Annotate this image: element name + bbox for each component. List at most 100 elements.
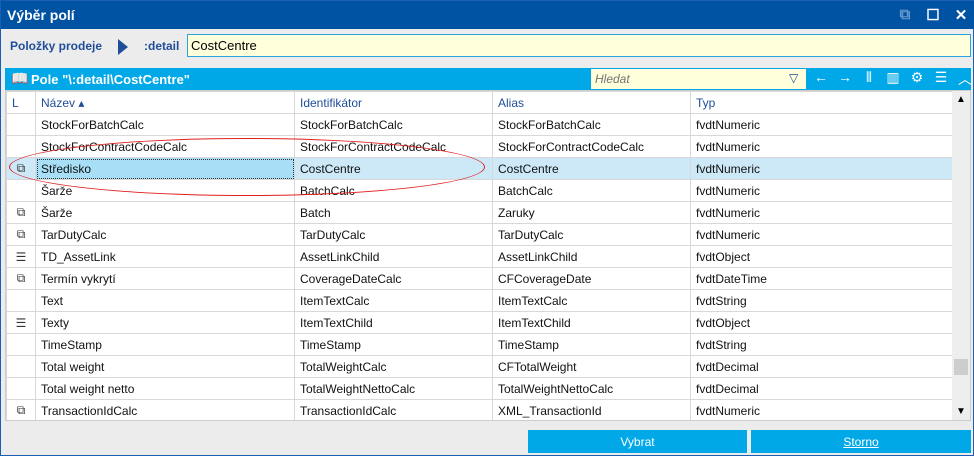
column-header-type[interactable]: Typ [690,91,954,114]
cell-type: fvdtNumeric [690,201,954,224]
cell-alias: CostCentre [492,157,691,180]
empty-icon [6,113,36,136]
empty-icon [6,377,36,400]
table-row[interactable]: ☰ TD_AssetLink AssetLinkChild AssetLinkChil… [6,245,954,268]
cell-name: Total weight [35,355,295,378]
table-row[interactable]: ☰ Texty ItemTextChild ItemTextChild fvdtObje… [6,311,954,334]
cell-identifier: TotalWeightNettoCalc [294,377,493,400]
cell-alias: ItemTextCalc [492,289,691,312]
back-arrow-icon[interactable]: ← [811,69,831,89]
cell-type: fvdtNumeric [690,179,954,202]
scroll-down-icon[interactable]: ▼ [956,406,966,417]
link-icon: ⧉ [6,201,36,224]
restore-icon[interactable]: ⧉ [897,6,913,24]
table-row[interactable]: ⧉ TarDutyCalc TarDutyCalc TarDutyCalc fvdtNu… [6,223,954,246]
search-input[interactable] [591,69,806,89]
cell-name: Text [35,289,295,312]
window-title: Výběr polí [7,7,75,23]
cell-identifier: ItemTextChild [294,311,493,334]
cell-type: fvdtDecimal [690,377,954,400]
column-header-l[interactable]: L [6,91,36,114]
menu-icon[interactable]: ☰ [931,69,951,89]
column-header-alias[interactable]: Alias [492,91,691,114]
cell-name: StockForContractCodeCalc [35,135,295,158]
scrollbar-thumb[interactable] [954,359,968,375]
list-icon: ☰ [6,245,36,268]
cell-alias: BatchCalc [492,179,691,202]
cell-type: fvdtNumeric [690,157,954,180]
cell-name: TarDutyCalc [35,223,295,246]
cell-alias: TotalWeightNettoCalc [492,377,691,400]
grid-title: Pole "\:detail\CostCentre" [31,72,190,87]
field-path-input[interactable] [187,34,971,57]
cell-identifier: CoverageDateCalc [294,267,493,290]
table-row[interactable]: Šarže BatchCalc BatchCalc fvdtNumeric [6,179,954,202]
cell-alias: TimeStamp [492,333,691,356]
breadcrumb: Položky prodeje :detail [1,34,974,60]
table-row[interactable]: StockForContractCodeCalc StockForContract… [6,135,954,158]
cell-name: Středisko [35,157,295,180]
columns-icon[interactable]: ▥ [883,69,903,89]
select-button[interactable]: Vybrat [528,430,747,453]
table-row[interactable]: ⧉ Středisko CostCentre CostCentre fvdtNumeri… [6,157,954,180]
cell-alias: CFTotalWeight [492,355,691,378]
cell-identifier: TransactionIdCalc [294,399,493,420]
maximize-icon[interactable]: ☐ [925,6,941,24]
table-row[interactable]: ⧉ TransactionIdCalc TransactionIdCalc XML_T… [6,399,954,420]
table-row[interactable]: Total weight netto TotalWeightNettoCalc To… [6,377,954,400]
column-header-name[interactable]: Název ▴ [35,91,295,114]
cell-identifier: ItemTextCalc [294,289,493,312]
link-icon: ⧉ [6,267,36,290]
collapse-icon[interactable]: ︿ [955,69,974,89]
table-row[interactable]: Text ItemTextCalc ItemTextCalc fvdtString [6,289,954,312]
vertical-scrollbar[interactable]: ▲ ▼ [952,91,970,420]
filter-icon[interactable]: ▽ [789,71,798,85]
cell-name: TimeStamp [35,333,295,356]
table-row[interactable]: ⧉ Termín vykrytí CoverageDateCalc CFCoverag… [6,267,954,290]
empty-icon [6,135,36,158]
cell-identifier: BatchCalc [294,179,493,202]
forward-arrow-icon[interactable]: → [835,69,855,89]
table-row[interactable]: Total weight TotalWeightCalc CFTotalWeight… [6,355,954,378]
cell-alias: StockForContractCodeCalc [492,135,691,158]
cell-type: fvdtNumeric [690,399,954,420]
link-icon: ⧉ [6,399,36,420]
cell-identifier: CostCentre [294,157,493,180]
cell-type: fvdtNumeric [690,113,954,136]
cell-name: Total weight netto [35,377,295,400]
breadcrumb-source[interactable]: Položky prodeje [10,39,102,53]
empty-icon [6,355,36,378]
cell-type: fvdtObject [690,311,954,334]
cancel-button[interactable]: Storno [751,430,971,453]
gear-icon[interactable]: ⚙ [907,69,927,89]
table-row[interactable]: ⧉ Šarže Batch Zaruky fvdtNumeric [6,201,954,224]
table-row[interactable]: StockForBatchCalc StockForBatchCalc StockF… [6,113,954,136]
cell-type: fvdtString [690,289,954,312]
close-icon[interactable]: ✕ [953,6,969,24]
cell-type: fvdtNumeric [690,223,954,246]
chart-icon[interactable]: ⫴ [859,69,879,89]
cell-identifier: TimeStamp [294,333,493,356]
cell-name: TransactionIdCalc [35,399,295,420]
column-header-identifier[interactable]: Identifikátor [294,91,493,114]
cell-alias: CFCoverageDate [492,267,691,290]
cell-alias: ItemTextChild [492,311,691,334]
cell-name: Texty [35,311,295,334]
cell-name: Šarže [35,179,295,202]
cell-name: Šarže [35,201,295,224]
cell-alias: XML_TransactionId [492,399,691,420]
cell-type: fvdtNumeric [690,135,954,158]
table-row[interactable]: TimeStamp TimeStamp TimeStamp fvdtString [6,333,954,356]
link-icon: ⧉ [6,223,36,246]
cell-alias: TarDutyCalc [492,223,691,246]
empty-icon [6,179,36,202]
cell-name: StockForBatchCalc [35,113,295,136]
cell-identifier: StockForContractCodeCalc [294,135,493,158]
link-icon: ⧉ [6,157,36,180]
empty-icon [6,289,36,312]
list-icon: ☰ [6,311,36,334]
scroll-up-icon[interactable]: ▲ [956,94,966,105]
window-title-bar: Výběr polí ⧉ ☐ ✕ [1,1,974,29]
cell-identifier: Batch [294,201,493,224]
cell-name: Termín vykrytí [35,267,295,290]
